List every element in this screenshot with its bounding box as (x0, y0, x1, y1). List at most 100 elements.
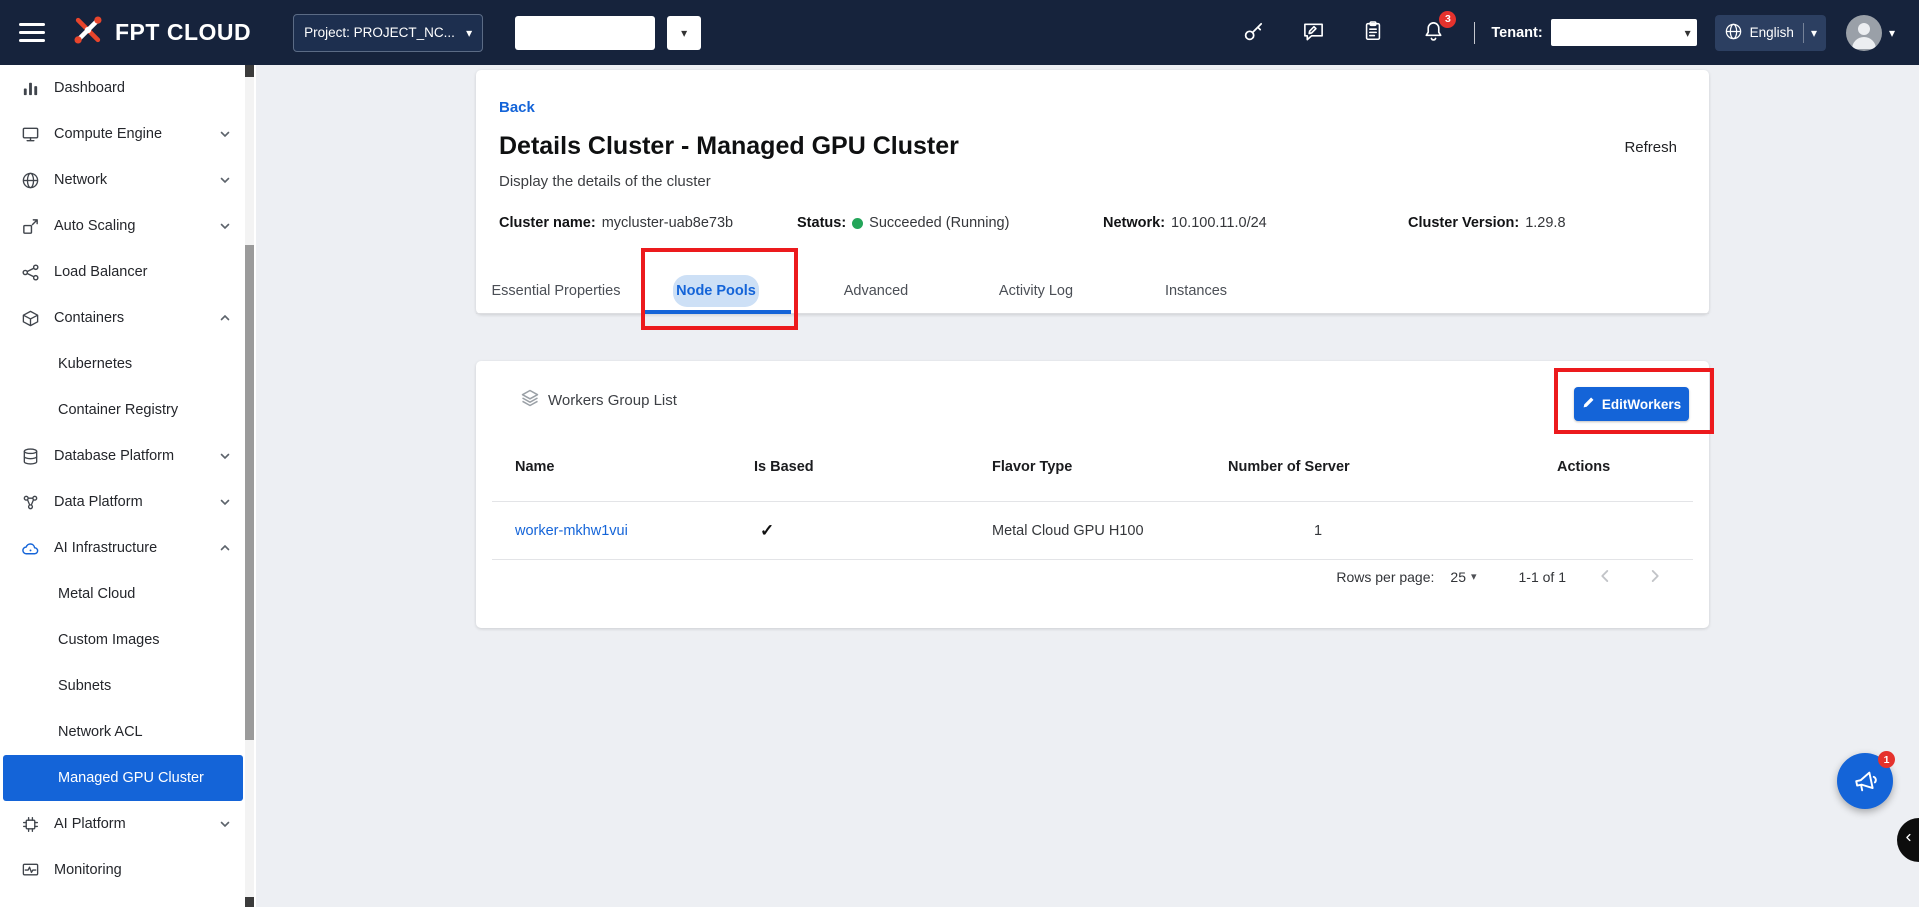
load-balancer-icon (21, 263, 45, 282)
table-row-divider (492, 559, 1693, 560)
tab-instances[interactable]: Instances (1116, 268, 1276, 314)
chevron-right-icon (1644, 565, 1666, 590)
cluster-version-value: 1.29.8 (1525, 215, 1565, 231)
chevron-down-icon (219, 818, 231, 830)
cluster-status-info: Status: Succeeded (Running) (797, 215, 1009, 231)
data-platform-icon (21, 493, 45, 512)
layers-icon (520, 388, 540, 412)
sidebar-item-label: Containers (54, 310, 219, 326)
tab-activity-log[interactable]: Activity Log (956, 268, 1116, 314)
announcements-fab-button[interactable]: 1 (1837, 753, 1893, 809)
notifications-button[interactable]: 3 (1418, 18, 1448, 48)
top-navbar: FPT CLOUD Project: PROJECT_NC... ▾ ▾ (0, 0, 1919, 65)
access-key-button[interactable] (1238, 18, 1268, 48)
worker-name-link[interactable]: worker-mkhw1vui (515, 523, 754, 539)
user-menu[interactable]: ▾ (1846, 15, 1895, 51)
rows-per-page-value: 25 (1450, 569, 1466, 585)
sidebar-item-metal-cloud[interactable]: Metal Cloud (0, 571, 243, 617)
sidebar-item-label: Compute Engine (54, 126, 219, 142)
database-icon (21, 447, 45, 466)
navbar-separator (1474, 22, 1475, 44)
sidebar-item-label: Container Registry (58, 402, 231, 418)
refresh-button[interactable]: Refresh (1624, 139, 1677, 156)
sidebar-item-ai-infrastructure[interactable]: AI Infrastructure (0, 525, 243, 571)
sidebar-item-load-balancer[interactable]: Load Balancer (0, 249, 243, 295)
page-subtitle: Display the details of the cluster (499, 173, 711, 190)
caret-down-icon: ▾ (681, 27, 687, 39)
sidebar-item-network-acl[interactable]: Network ACL (0, 709, 243, 755)
previous-page-button[interactable] (1594, 565, 1616, 590)
cluster-details-card: Back Details Cluster - Managed GPU Clust… (476, 70, 1709, 314)
flavor-type-value: Metal Cloud GPU H100 (992, 523, 1228, 539)
resource-select-input[interactable] (515, 16, 655, 50)
tenant-select[interactable]: ▾ (1551, 19, 1697, 46)
tab-label: Instances (1165, 283, 1227, 299)
sidebar-item-label: Monitoring (54, 862, 231, 878)
sidebar-item-managed-gpu-cluster[interactable]: Managed GPU Cluster (3, 755, 243, 801)
sidebar-item-monitoring[interactable]: Monitoring (0, 847, 243, 893)
cluster-name-info: Cluster name: mycluster-uab8e73b (499, 215, 733, 231)
network-globe-icon (21, 171, 45, 190)
cluster-name-value: mycluster-uab8e73b (602, 215, 733, 231)
cluster-network-info: Network: 10.100.11.0/24 (1103, 215, 1267, 231)
tab-label: Node Pools (673, 275, 759, 307)
feedback-button[interactable] (1298, 18, 1328, 48)
sidebar-scrollbar-top-cap (245, 65, 254, 77)
next-page-button[interactable] (1644, 565, 1666, 590)
status-value: Succeeded (Running) (869, 215, 1009, 231)
back-link[interactable]: Back (499, 99, 535, 116)
sidebar-item-auto-scaling[interactable]: Auto Scaling (0, 203, 243, 249)
column-header-number-of-server: Number of Server (1228, 459, 1557, 475)
pagination-range-label: 1-1 of 1 (1519, 569, 1566, 585)
sidebar-item-label: Metal Cloud (58, 586, 231, 602)
fpt-cloud-logo[interactable]: FPT CLOUD (70, 12, 251, 53)
sidebar-item-network[interactable]: Network (0, 157, 243, 203)
sidebar-item-container-registry[interactable]: Container Registry (0, 387, 243, 433)
sidebar-item-kubernetes[interactable]: Kubernetes (0, 341, 243, 387)
pagination-bar: Rows per page: 25 ▾ 1-1 of 1 (1336, 563, 1666, 591)
sidebar-item-label: Kubernetes (58, 356, 231, 372)
tab-advanced[interactable]: Advanced (796, 268, 956, 314)
documents-button[interactable] (1358, 18, 1388, 48)
sidebar-item-compute-engine[interactable]: Compute Engine (0, 111, 243, 157)
rows-per-page-label: Rows per page: (1336, 569, 1434, 585)
sidebar-scrollbar-thumb[interactable] (245, 245, 254, 740)
resource-select-caret-button[interactable]: ▾ (667, 16, 701, 50)
sidebar-scrollbar-bottom-cap (245, 897, 254, 907)
cluster-version-label: Cluster Version: (1408, 215, 1519, 231)
edit-workers-button[interactable]: EditWorkers (1574, 387, 1689, 421)
hamburger-menu-button[interactable] (0, 0, 64, 65)
details-tabs: Essential Properties Node Pools Advanced… (476, 268, 1709, 314)
project-selector-dropdown[interactable]: Project: PROJECT_NC... ▾ (293, 14, 483, 52)
globe-icon (1724, 22, 1743, 44)
monitoring-icon (21, 861, 45, 880)
tab-essential-properties[interactable]: Essential Properties (476, 268, 636, 314)
sidebar-item-subnets[interactable]: Subnets (0, 663, 243, 709)
sidebar-item-ai-platform[interactable]: AI Platform (0, 801, 243, 847)
cluster-name-label: Cluster name: (499, 215, 596, 231)
table-header-row: Name Is Based Flavor Type Number of Serv… (515, 459, 1685, 475)
sidebar-item-label: Network ACL (58, 724, 231, 740)
tab-label: Essential Properties (492, 283, 621, 299)
status-label: Status: (797, 215, 846, 231)
edit-workers-label: EditWorkers (1602, 397, 1681, 412)
sidebar-item-dashboard[interactable]: Dashboard (0, 65, 243, 111)
sidebar-item-label: Managed GPU Cluster (58, 770, 231, 786)
page-title: Details Cluster - Managed GPU Cluster (499, 132, 959, 161)
tenant-label: Tenant: (1491, 25, 1542, 41)
language-label: English (1750, 25, 1794, 40)
sidebar-item-database-platform[interactable]: Database Platform (0, 433, 243, 479)
language-select[interactable]: English ▾ (1715, 15, 1826, 51)
auto-scaling-icon (21, 217, 45, 236)
caret-down-icon: ▾ (1471, 572, 1477, 583)
tab-node-pools[interactable]: Node Pools (636, 268, 796, 314)
avatar (1846, 15, 1882, 51)
chevron-left-icon (1594, 565, 1616, 590)
sidebar-item-custom-images[interactable]: Custom Images (0, 617, 243, 663)
tab-label: Advanced (844, 283, 909, 299)
sidebar-item-data-platform[interactable]: Data Platform (0, 479, 243, 525)
language-divider (1803, 23, 1804, 43)
collapse-widget-button[interactable] (1897, 818, 1919, 862)
sidebar-item-containers[interactable]: Containers (0, 295, 243, 341)
rows-per-page-select[interactable]: 25 ▾ (1450, 569, 1476, 585)
